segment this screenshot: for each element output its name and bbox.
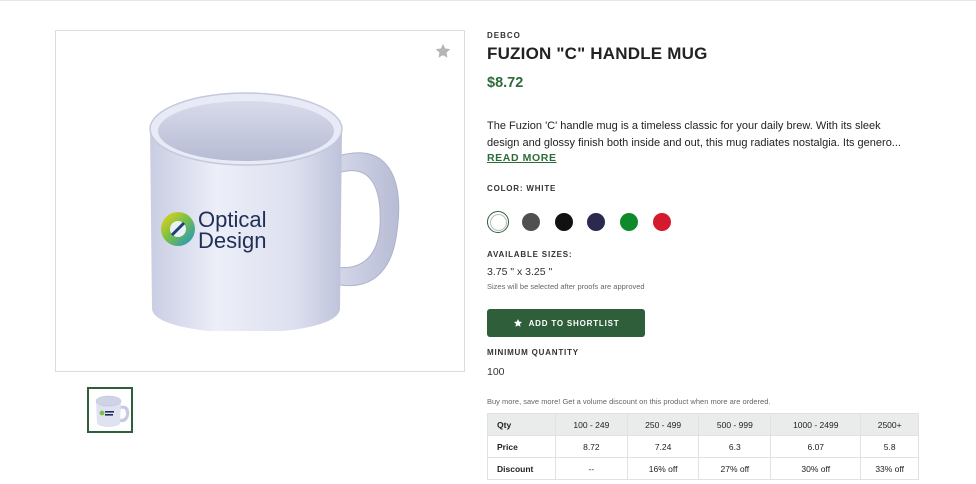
- product-description: The Fuzion 'C' handle mug is a timeless …: [487, 118, 927, 151]
- product-title: FUZION "C" HANDLE MUG: [487, 44, 708, 63]
- table-header-cell: 2500+: [860, 413, 919, 436]
- brand-name: DEBCO: [487, 31, 521, 40]
- mug-logo-line2: Design: [198, 228, 266, 253]
- table-cell: Price: [487, 435, 556, 458]
- table-row: Price 8.72 7.24 6.3 6.07 5.8: [487, 435, 919, 458]
- minimum-quantity-label: MINIMUM QUANTITY: [487, 348, 579, 357]
- sizes-label: AVAILABLE SIZES:: [487, 250, 573, 259]
- color-swatch-white[interactable]: [487, 211, 509, 233]
- product-thumbnail[interactable]: [87, 387, 133, 433]
- mug-thumbnail-image: [95, 395, 130, 427]
- color-label: COLOR: WHITE: [487, 184, 557, 193]
- favorite-star-icon[interactable]: [434, 42, 452, 60]
- shortlist-button-label: ADD TO SHORTLIST: [528, 318, 620, 328]
- table-header-cell: 100 - 249: [555, 413, 628, 436]
- table-cell: 16% off: [626, 457, 700, 480]
- table-row: Discount -- 16% off 27% off 30% off 33% …: [487, 457, 919, 480]
- table-cell: 33% off: [860, 457, 919, 480]
- table-cell: 8.72: [555, 435, 628, 458]
- description-line: design and glossy finish both inside and…: [487, 136, 901, 149]
- table-row: Qty 100 - 249 250 - 499 500 - 999 1000 -…: [487, 413, 919, 436]
- size-value: 3.75 " x 3.25 ": [487, 266, 553, 278]
- volume-discount-note: Buy more, save more! Get a volume discou…: [487, 397, 771, 406]
- mug-image: Optical Design: [149, 92, 400, 331]
- color-swatch-navy[interactable]: [587, 213, 605, 231]
- minimum-quantity-value: 100: [487, 366, 505, 378]
- table-cell: 27% off: [698, 457, 772, 480]
- star-icon: [513, 319, 522, 327]
- description-line: The Fuzion 'C' handle mug is a timeless …: [487, 120, 881, 132]
- product-price: $8.72: [487, 75, 524, 91]
- table-cell: 6.07: [770, 435, 862, 458]
- table-cell: 30% off: [770, 457, 862, 480]
- table-cell: 6.3: [698, 435, 772, 458]
- table-cell: 7.24: [626, 435, 700, 458]
- color-swatch-green[interactable]: [620, 213, 638, 231]
- table-header-cell: 500 - 999: [698, 413, 772, 436]
- table-cell: 5.8: [860, 435, 919, 458]
- color-swatch-red[interactable]: [653, 213, 671, 231]
- pricing-table: Qty 100 - 249 250 - 499 500 - 999 1000 -…: [487, 413, 919, 480]
- table-header-cell: 250 - 499: [626, 413, 700, 436]
- table-cell: --: [555, 457, 628, 480]
- color-swatch-gray[interactable]: [522, 213, 540, 231]
- read-more-link[interactable]: READ MORE: [487, 152, 557, 164]
- product-image-frame: Optical Design: [55, 30, 465, 372]
- table-cell: Discount: [487, 457, 556, 480]
- add-to-shortlist-button[interactable]: ADD TO SHORTLIST: [487, 309, 645, 337]
- table-header-cell: 1000 - 2499: [770, 413, 862, 436]
- top-divider: [0, 0, 976, 1]
- size-note: Sizes will be selected after proofs are …: [487, 282, 645, 291]
- color-swatch-black[interactable]: [555, 213, 573, 231]
- table-header-cell: Qty: [487, 413, 556, 436]
